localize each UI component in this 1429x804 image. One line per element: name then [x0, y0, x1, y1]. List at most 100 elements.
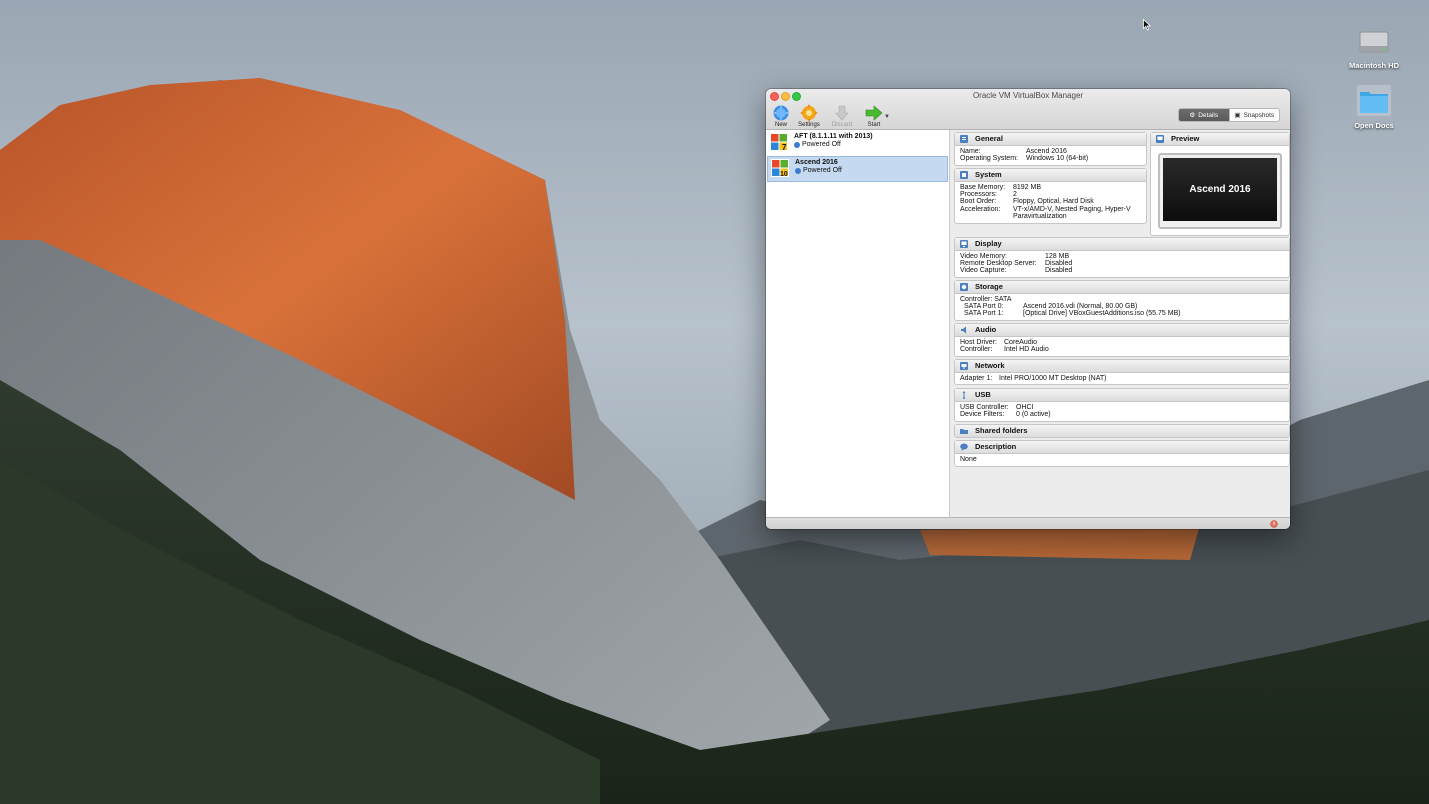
storage-section: Storage Controller: SATA SATA Port 0: Asc…: [954, 280, 1290, 321]
detail-row: Controller: SATA: [960, 296, 1012, 303]
detail-row: Video Capture: Disabled: [960, 267, 1073, 275]
preview-header[interactable]: Preview: [1151, 133, 1289, 146]
discard-label: Discard: [831, 122, 853, 128]
detail-row: Base Memory: 8192 MB: [960, 184, 1042, 191]
vm-state: Powered Off: [795, 167, 842, 174]
new-vm-label: New: [774, 122, 787, 128]
virtualbox-manager-window: Oracle VM VirtualBox Manager New Setting…: [766, 89, 1290, 529]
detail-row: Acceleration: VT-x/AMD-V, Nested Paging, …: [960, 205, 1131, 213]
preview-section: Preview Ascend 2016: [1150, 132, 1290, 236]
vm-state: Powered Off: [794, 141, 841, 148]
detail-row: Adapter 1: Intel PRO/1000 MT Desktop (NAT…: [960, 375, 1107, 382]
start-label: Start: [867, 122, 881, 128]
storage-disk-icon: [960, 283, 968, 291]
mouse-pointer-icon: [1143, 19, 1151, 31]
detail-row: Processors: 2: [960, 191, 1017, 199]
detail-row: Device Filters: 0 (0 active): [960, 411, 1051, 419]
system-header[interactable]: System: [955, 169, 1146, 182]
usb-header[interactable]: USB: [955, 389, 1289, 402]
vm-state-text: Powered Off: [802, 141, 841, 148]
detail-row: Controller: Intel HD Audio: [960, 346, 1049, 354]
preview-screen-text: Ascend 2016: [1163, 158, 1277, 221]
shared-folder-icon: [960, 429, 968, 434]
general-title: General: [975, 134, 1003, 143]
network-icon: [960, 362, 968, 370]
general-header[interactable]: General: [955, 133, 1146, 146]
vm-state-text: Powered Off: [803, 167, 842, 174]
desktop: Macintosh HD Open Docs Oracle VM Virtual…: [0, 0, 1429, 804]
folder-icon: [1357, 85, 1391, 116]
detail-row: Paravirtualization: [1013, 212, 1067, 220]
vm-list: 7 AFT (8.1.1.11 with 2013) Powered Off 1…: [766, 130, 950, 517]
settings-button[interactable]: Settings: [794, 104, 824, 128]
description-section: Description None: [954, 440, 1290, 467]
desktop-icon-macintosh-hd[interactable]: Macintosh HD: [1334, 24, 1414, 70]
usb-title: USB: [975, 390, 991, 399]
view-toggle: ⚙ Details ▣ Snapshots: [1178, 108, 1280, 122]
storage-header[interactable]: Storage: [955, 281, 1289, 294]
display-section: Display Video Memory: 128 MB Remote Deskt…: [954, 237, 1290, 278]
desktop-icon-label: Macintosh HD: [1348, 61, 1399, 70]
settings-label: Settings: [798, 122, 820, 128]
display-header[interactable]: Display: [955, 238, 1289, 251]
desktop-icon-open-docs[interactable]: Open Docs: [1334, 82, 1414, 130]
details-pane: General Name: Ascend 2016 Operating Syste…: [950, 130, 1290, 517]
hard-drive-icon: [1359, 31, 1389, 53]
general-icon: [960, 135, 968, 143]
vm-list-item[interactable]: 7 AFT (8.1.1.11 with 2013) Powered Off: [767, 131, 946, 155]
powered-off-icon: [795, 167, 801, 174]
vm-name: AFT (8.1.1.11 with 2013): [794, 133, 873, 140]
discard-arrow-icon: [835, 105, 849, 121]
general-section: General Name: Ascend 2016 Operating Syste…: [954, 132, 1147, 166]
storage-title: Storage: [975, 282, 1003, 291]
audio-header[interactable]: Audio: [955, 324, 1289, 337]
windows-7-os-icon: 7: [770, 133, 788, 151]
audio-section: Audio Host Driver: CoreAudio Controller: I…: [954, 323, 1290, 357]
description-header[interactable]: Description: [955, 441, 1289, 454]
detail-row: Boot Order: Floppy, Optical, Hard Disk: [960, 198, 1094, 206]
window-title: Oracle VM VirtualBox Manager: [972, 91, 1084, 100]
details-tab[interactable]: ⚙ Details: [1179, 109, 1229, 121]
preview-thumbnail: Ascend 2016: [1158, 153, 1282, 229]
new-vm-button[interactable]: New: [766, 104, 796, 128]
system-section: System Base Memory: 8192 MB Processors: 2 …: [954, 168, 1147, 224]
display-icon: [960, 240, 968, 248]
windows-10-os-icon: 10: [771, 159, 789, 177]
desktop-icon-label: Open Docs: [1354, 121, 1394, 130]
speech-bubble-icon: [960, 443, 968, 451]
network-header[interactable]: Network: [955, 360, 1289, 373]
speaker-icon: [961, 326, 966, 334]
snapshots-tab-label: Snapshots: [1243, 111, 1275, 119]
detail-row: SATA Port 0: Ascend 2016.vdi (Normal, 80.…: [964, 303, 1138, 311]
powered-off-icon: [794, 141, 800, 148]
detail-row: Operating System: Windows 10 (64-bit): [960, 155, 1089, 163]
network-title: Network: [975, 361, 1005, 370]
usb-icon: [962, 391, 966, 399]
details-tab-label: Details: [1198, 111, 1219, 119]
usb-section: USB USB Controller: OHCI Device Filters: 0…: [954, 388, 1290, 422]
start-options-chevron-icon[interactable]: ▼: [884, 114, 890, 120]
svg-text:10: 10: [780, 171, 788, 177]
detail-row: Video Memory: 128 MB: [960, 253, 1070, 260]
snapshots-tab[interactable]: ▣ Snapshots: [1228, 109, 1280, 121]
chip-icon: [960, 171, 968, 179]
description-title: Description: [975, 442, 1017, 451]
vm-list-item-selected[interactable]: 10 Ascend 2016 Powered Off: [767, 156, 948, 182]
monitor-icon: [1156, 135, 1164, 143]
notification-icon[interactable]: [1270, 520, 1278, 528]
gear-icon: [800, 104, 818, 122]
gear-small-icon: ⚙: [1189, 112, 1196, 119]
camera-icon: ▣: [1234, 112, 1241, 119]
start-arrow-icon: [865, 105, 883, 121]
shared-folders-section: Shared folders: [954, 424, 1290, 438]
discard-button[interactable]: Discard: [827, 104, 857, 128]
shared-folders-header[interactable]: Shared folders: [955, 425, 1289, 437]
detail-row: Name: Ascend 2016: [960, 148, 1067, 155]
detail-row: USB Controller: OHCI: [960, 404, 1034, 411]
description-text: None: [960, 456, 977, 463]
status-bar: [766, 517, 1290, 529]
shared-folders-title: Shared folders: [975, 426, 1028, 435]
svg-text:7: 7: [782, 143, 787, 151]
display-title: Display: [975, 239, 1002, 248]
audio-title: Audio: [975, 325, 997, 334]
